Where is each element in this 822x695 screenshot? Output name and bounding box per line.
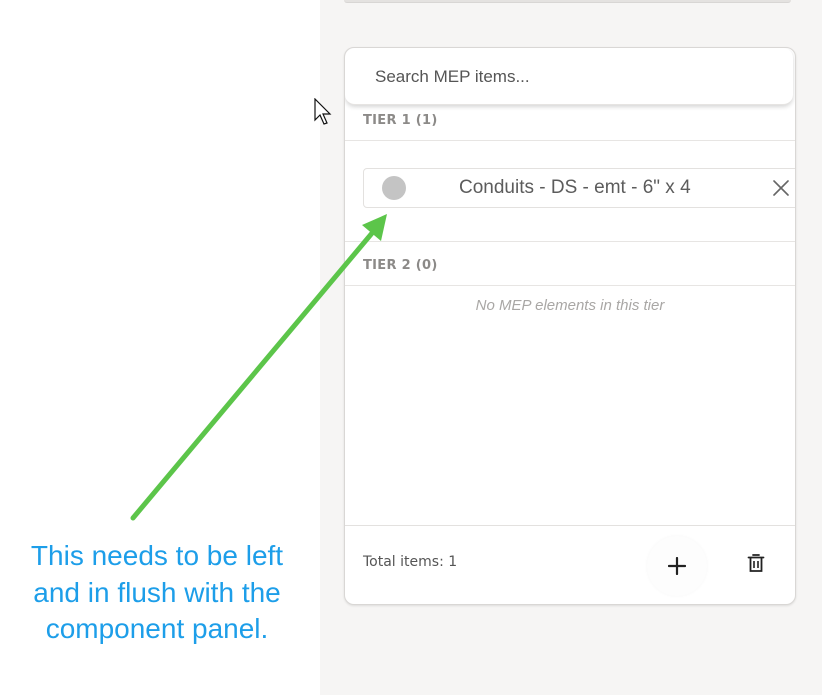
annotation-line: component panel. — [45, 613, 269, 644]
annotation-text: This needs to be left and in flush with … — [4, 538, 310, 648]
annotation-line: This needs to be left — [30, 540, 284, 571]
annotation-line: and in flush with the — [33, 576, 281, 608]
